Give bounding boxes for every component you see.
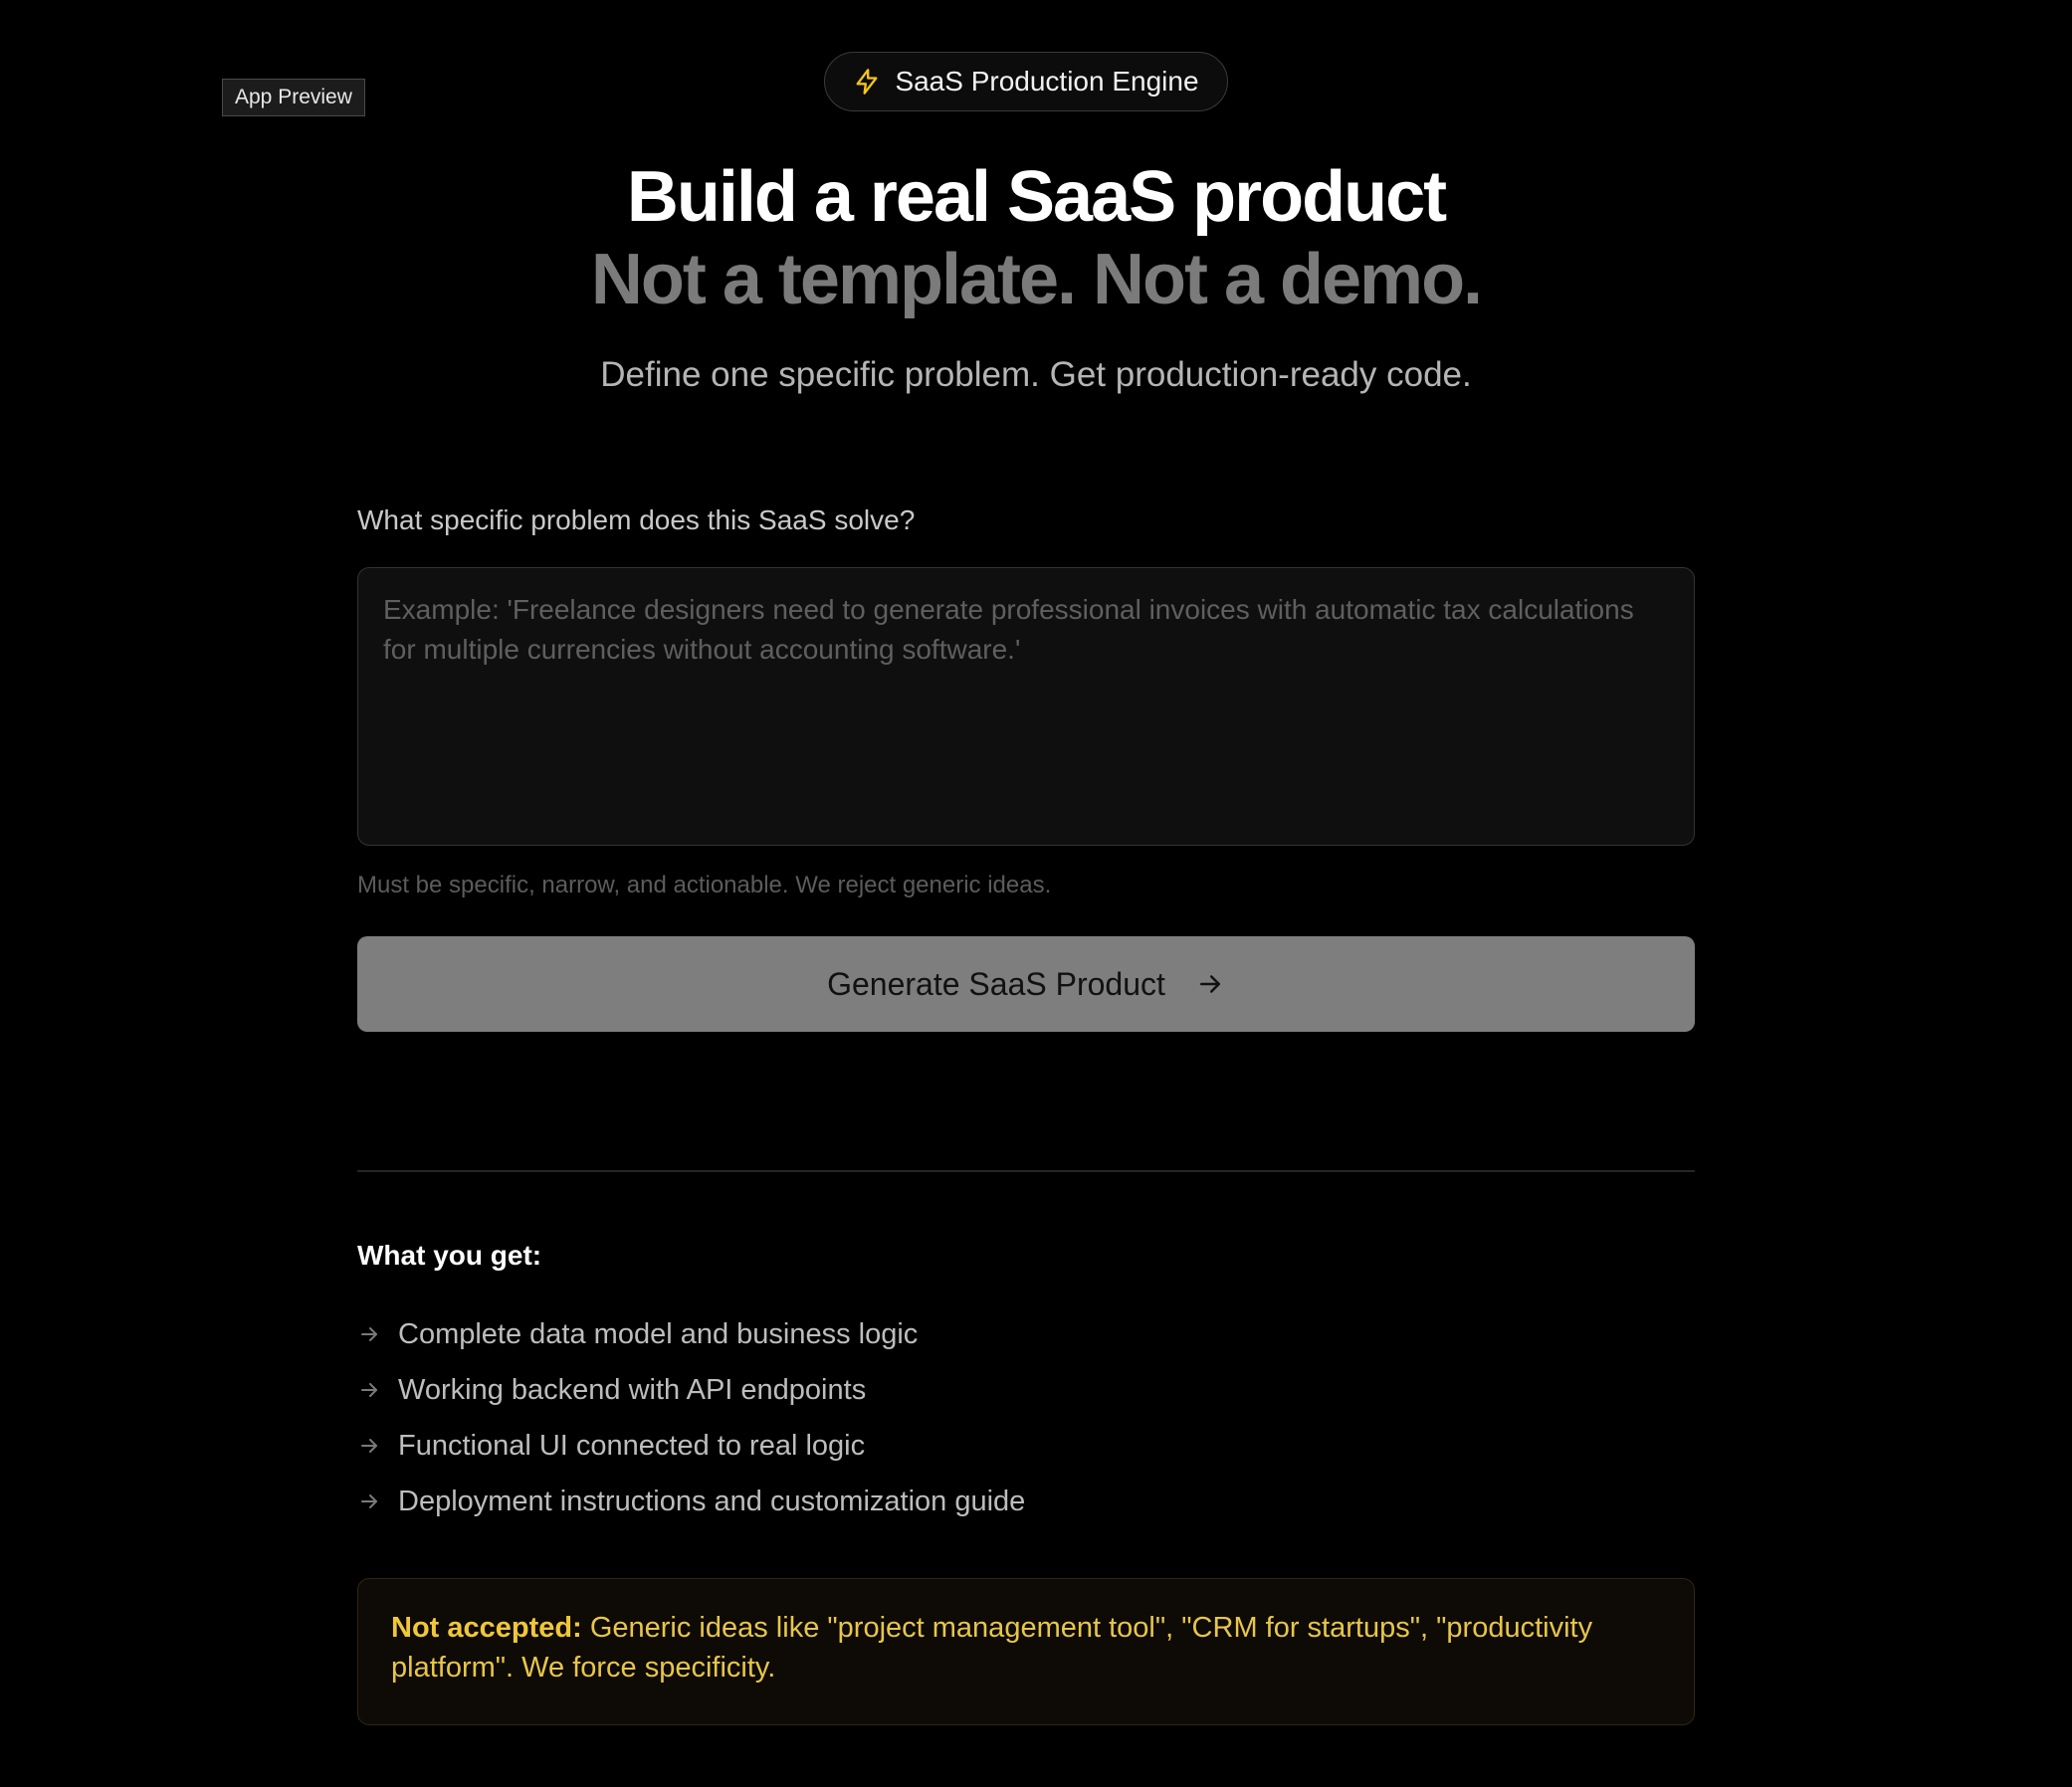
arrow-right-icon — [357, 1378, 381, 1402]
badge-label: SaaS Production Engine — [895, 66, 1199, 97]
problem-hint: Must be specific, narrow, and actionable… — [357, 872, 1052, 898]
benefit-text: Functional UI connected to real logic — [398, 1429, 866, 1462]
problem-textarea[interactable] — [357, 567, 1695, 846]
notice-strong-label: Not accepted: — [391, 1612, 582, 1644]
benefit-item: Complete data model and business logic — [357, 1306, 1695, 1362]
problem-form: What specific problem does this SaaS sol… — [357, 500, 1695, 1032]
benefit-list: Complete data model and business logic W… — [357, 1306, 1695, 1529]
benefits-title: What you get: — [357, 1240, 542, 1271]
hero: Build a real SaaS product Not a template… — [0, 154, 2072, 397]
benefit-text: Deployment instructions and customizatio… — [398, 1485, 1026, 1517]
arrow-right-icon — [357, 1322, 381, 1346]
arrow-right-icon — [357, 1434, 381, 1458]
benefit-item: Deployment instructions and customizatio… — [357, 1474, 1695, 1529]
benefits-section: What you get: Complete data model and bu… — [357, 1238, 1695, 1529]
benefit-text: Working backend with API endpoints — [398, 1373, 867, 1406]
benefit-item: Functional UI connected to real logic — [357, 1418, 1695, 1474]
app-preview-tag: App Preview — [222, 79, 365, 116]
section-divider — [357, 1170, 1695, 1172]
not-accepted-notice: Not accepted: Generic ideas like "projec… — [357, 1578, 1695, 1725]
lightning-icon — [853, 68, 881, 96]
benefit-text: Complete data model and business logic — [398, 1317, 919, 1350]
arrow-right-icon — [357, 1489, 381, 1513]
generate-button[interactable]: Generate SaaS Product — [357, 936, 1695, 1032]
hero-description: Define one specific problem. Get product… — [600, 355, 1472, 394]
arrow-right-icon — [1195, 969, 1225, 999]
generate-button-label: Generate SaaS Product — [827, 965, 1165, 1002]
page: App Preview SaaS Production Engine Build… — [0, 0, 2072, 1787]
benefit-item: Working backend with API endpoints — [357, 1362, 1695, 1418]
engine-badge: SaaS Production Engine — [824, 52, 1228, 111]
hero-title: Build a real SaaS product — [626, 157, 1447, 237]
problem-field-label: What specific problem does this SaaS sol… — [357, 504, 916, 535]
hero-subtitle: Not a template. Not a demo. — [590, 240, 1483, 319]
